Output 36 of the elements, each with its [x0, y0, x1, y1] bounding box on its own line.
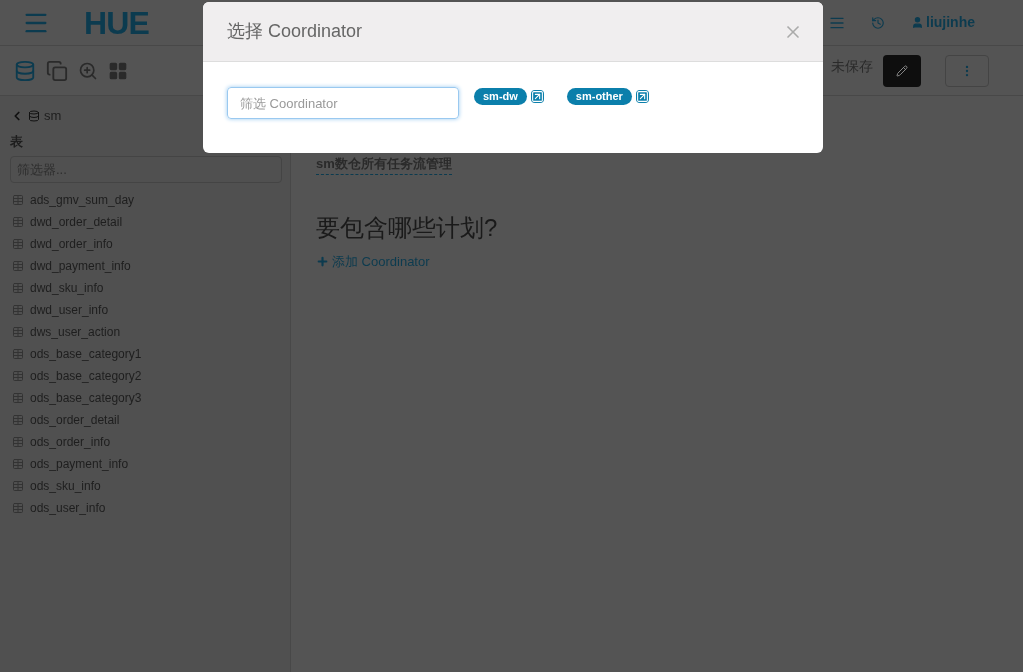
- coordinator-filter-field[interactable]: 筛选 Coordinator: [227, 87, 459, 119]
- section-heading: 要包含哪些计划?: [316, 213, 499, 243]
- coordinator-tag[interactable]: sm-other: [566, 88, 632, 105]
- coordinator-tag[interactable]: sm-dw: [474, 88, 527, 105]
- table-icon: [12, 238, 24, 250]
- add-coordinator-link[interactable]: 添加 Coordinator: [316, 252, 1023, 272]
- table-icon: [12, 304, 24, 316]
- grid-icon[interactable]: [108, 60, 128, 81]
- table-icon: [12, 348, 24, 360]
- table-icon: [12, 260, 24, 272]
- table-icon: [12, 436, 24, 448]
- table-icon: [12, 414, 24, 426]
- table-icon: [12, 282, 24, 294]
- pencil-icon: [896, 64, 908, 77]
- table-icon: [12, 326, 24, 338]
- table-icon: [12, 480, 24, 492]
- dialog-title: 选择 Coordinator: [227, 20, 363, 43]
- user-menu[interactable]: liujinhe: [911, 12, 975, 33]
- database-icon[interactable]: [14, 59, 36, 82]
- history-icon[interactable]: [871, 15, 885, 30]
- table-icon: [12, 392, 24, 404]
- plus-icon: [316, 255, 329, 269]
- table-icon: [12, 370, 24, 382]
- edit-button[interactable]: [883, 54, 921, 87]
- more-button[interactable]: [945, 54, 989, 87]
- table-icon: [12, 216, 24, 228]
- table-icon: [12, 194, 24, 206]
- external-link-icon[interactable]: [530, 90, 544, 103]
- external-link-icon[interactable]: [635, 90, 649, 103]
- table-icon: [12, 502, 24, 514]
- database-icon: [28, 109, 40, 122]
- copy-icon[interactable]: [46, 59, 68, 82]
- search-icon[interactable]: [78, 60, 98, 81]
- table-icon: [12, 458, 24, 470]
- user-icon: [911, 16, 924, 29]
- hue-logo[interactable]: HUE: [84, 6, 150, 39]
